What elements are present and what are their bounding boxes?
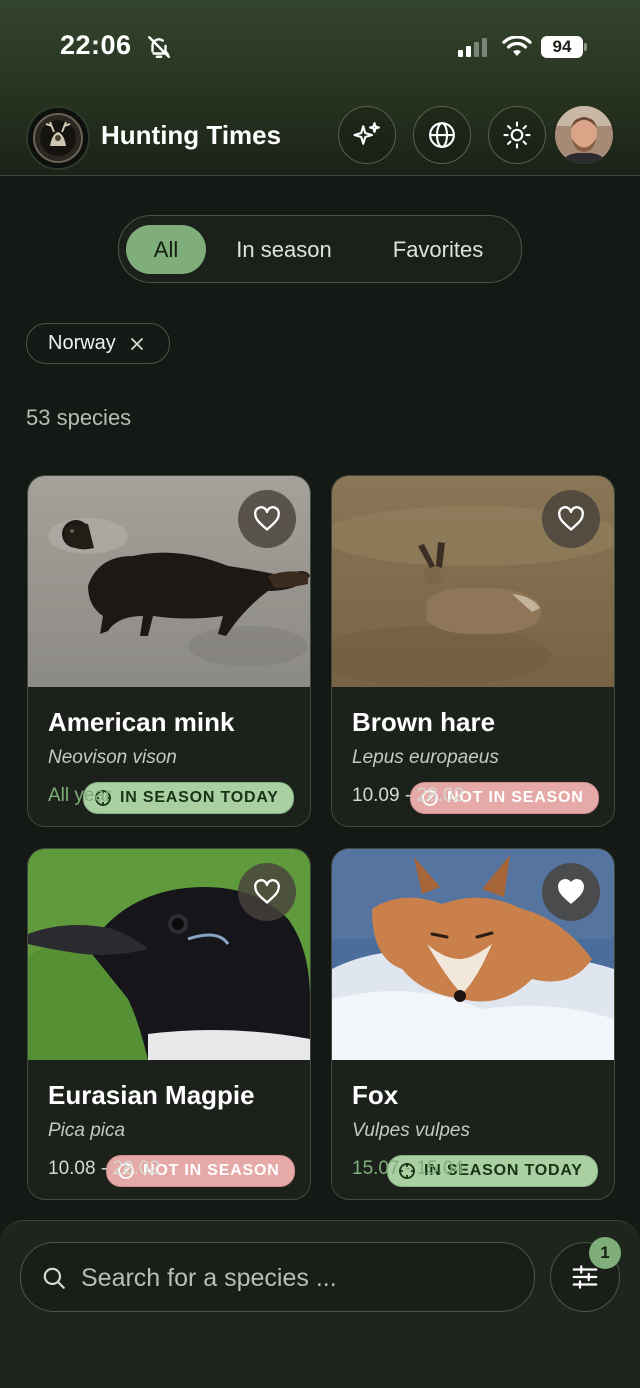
search-placeholder: Search for a species ... — [81, 1264, 337, 1292]
favorite-button[interactable] — [542, 490, 600, 548]
battery-indicator: 94 — [541, 36, 583, 58]
app-bar: Hunting Times — [0, 104, 640, 170]
species-latin-name: Pica pica — [48, 1120, 126, 1141]
species-name: Eurasian Magpie — [48, 1080, 255, 1110]
species-name: Fox — [352, 1080, 399, 1110]
heart-icon — [254, 506, 280, 531]
globe-icon — [429, 122, 455, 148]
language-button[interactable] — [413, 106, 471, 164]
season-status-badge: IN SEASON TODAY — [83, 782, 294, 814]
species-latin-name: Vulpes vulpes — [352, 1120, 470, 1141]
species-latin-name: Neovison vison — [48, 747, 177, 768]
favorite-button[interactable] — [542, 863, 600, 921]
search-icon — [43, 1267, 65, 1289]
bottom-search-panel: Search for a species ... — [0, 1220, 640, 1388]
heart-icon — [254, 879, 280, 904]
badge-label: IN SEASON TODAY — [120, 789, 279, 806]
season-filter-segmented-control: All In season Favorites — [118, 215, 522, 283]
status-bar: 22:06 94 — [0, 0, 640, 95]
badge-label: NOT IN SEASON — [143, 1162, 280, 1179]
species-latin-name: Lepus europaeus — [352, 747, 499, 768]
cellular-signal-icon — [458, 38, 487, 57]
favorite-button[interactable] — [238, 863, 296, 921]
profile-photo — [555, 106, 613, 164]
close-icon[interactable] — [130, 337, 144, 351]
search-input[interactable]: Search for a species ... — [20, 1242, 535, 1312]
ai-sparkles-button[interactable] — [338, 106, 396, 164]
species-card[interactable]: IN SEASON TODAY American mink Neovison v… — [27, 475, 311, 827]
filter-count-badge: 1 — [589, 1237, 621, 1269]
sun-icon — [503, 121, 531, 149]
species-card[interactable]: NOT IN SEASON Brown hare Lepus europaeus… — [331, 475, 615, 827]
season-dates: All year — [48, 785, 112, 806]
country-filter-chip[interactable]: Norway — [26, 323, 170, 364]
status-time: 22:06 — [60, 30, 132, 60]
heart-icon — [558, 879, 584, 904]
season-dates: 15.07 - 15.04 — [352, 1158, 464, 1179]
battery-tip — [584, 43, 587, 51]
tab-in-season[interactable]: In season — [219, 225, 349, 274]
app-title: Hunting Times — [101, 120, 282, 150]
season-dates: 10.09 - 28.02 — [352, 785, 464, 806]
season-dates: 10.08 - 28.02 — [48, 1158, 160, 1179]
favorite-button[interactable] — [238, 490, 296, 548]
theme-toggle-button[interactable] — [488, 106, 546, 164]
wifi-icon — [502, 36, 532, 56]
species-name: Brown hare — [352, 707, 496, 737]
chip-label: Norway — [48, 332, 116, 354]
species-name: American mink — [48, 707, 235, 737]
app-logo[interactable] — [26, 106, 90, 170]
bell-slash-icon — [148, 36, 170, 58]
deer-emblem-icon — [33, 113, 83, 163]
species-card[interactable]: IN SEASON TODAY Fox Vulpes vulpes 15.07 … — [331, 848, 615, 1200]
tab-all[interactable]: All — [126, 225, 206, 274]
sparkles-icon — [353, 122, 380, 145]
badge-label: NOT IN SEASON — [447, 789, 584, 806]
species-card[interactable]: NOT IN SEASON Eurasian Magpie Pica pica … — [27, 848, 311, 1200]
user-avatar[interactable] — [555, 106, 613, 164]
heart-icon — [558, 506, 584, 531]
tab-favorites[interactable]: Favorites — [373, 225, 503, 274]
species-count: 53 species — [26, 405, 132, 430]
